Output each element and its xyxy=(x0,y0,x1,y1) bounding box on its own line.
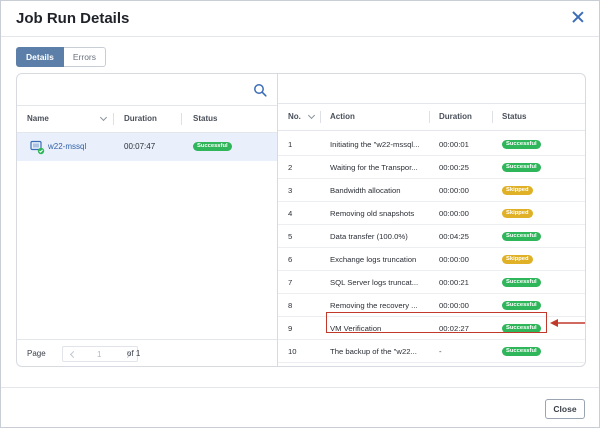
column-header-duration[interactable]: Duration xyxy=(124,106,157,132)
row-number: 4 xyxy=(288,209,293,218)
dialog-titlebar: Job Run Details xyxy=(1,1,599,37)
tab-errors[interactable]: Errors xyxy=(63,47,107,67)
status-badge: Skipped xyxy=(502,186,533,196)
column-divider[interactable] xyxy=(320,111,321,123)
status-badge: Skipped xyxy=(502,209,533,219)
column-divider[interactable] xyxy=(181,113,182,125)
table-row[interactable]: 2 Waiting for the Transpor... 00:00:25 Succ… xyxy=(278,156,585,179)
table-row[interactable]: 8 Removing the recovery ... 00:00:00 Succes… xyxy=(278,294,585,317)
chevron-down-icon[interactable] xyxy=(307,111,316,120)
table-row[interactable]: w22-mssql 00:07:47 Successful xyxy=(17,133,277,161)
vm-duration: 00:07:47 xyxy=(124,142,156,151)
action-name: Removing old snapshots xyxy=(330,209,415,218)
table-row[interactable]: 10 The backup of the "w22... - Successful xyxy=(278,340,585,363)
action-duration: 00:00:00 xyxy=(439,209,469,218)
status-badge: Successful xyxy=(502,301,541,311)
action-name: SQL Server logs truncat... xyxy=(330,278,419,287)
column-header-no[interactable]: No. xyxy=(288,104,301,130)
table-row[interactable]: 5 Data transfer (100.0%) 00:04:25 Successfu… xyxy=(278,225,585,248)
column-header-duration[interactable]: Duration xyxy=(439,104,472,130)
status-cell: Successful xyxy=(502,156,582,179)
vm-icon xyxy=(30,140,45,155)
column-header-status[interactable]: Status xyxy=(193,106,217,132)
tab-bar: Details Errors xyxy=(16,47,107,67)
close-button[interactable]: Close xyxy=(545,399,585,419)
action-name: VM Verification xyxy=(330,324,382,333)
status-badge: Successful xyxy=(502,232,541,242)
column-divider[interactable] xyxy=(492,111,493,123)
search-icon[interactable] xyxy=(253,83,267,97)
close-icon[interactable] xyxy=(571,10,585,24)
row-number: 10 xyxy=(288,347,297,356)
status-cell: Successful xyxy=(502,340,582,363)
row-number: 1 xyxy=(288,140,293,149)
page-total: of 1 xyxy=(127,349,141,358)
row-number: 9 xyxy=(288,324,293,333)
action-duration: 00:00:25 xyxy=(439,163,469,172)
pagination: Page 1 of 1 xyxy=(17,339,277,367)
status-badge: Successful xyxy=(502,324,541,334)
status-cell: Skipped xyxy=(502,202,582,225)
vm-name[interactable]: w22-mssql xyxy=(48,133,112,161)
dialog-title: Job Run Details xyxy=(16,10,130,27)
column-header-status[interactable]: Status xyxy=(502,104,526,130)
status-cell: Successful xyxy=(502,294,582,317)
row-number: 6 xyxy=(288,255,293,264)
status-badge: Successful xyxy=(193,142,232,152)
column-divider[interactable] xyxy=(113,113,114,125)
status-badge: Successful xyxy=(502,140,541,150)
status-cell: Successful xyxy=(502,225,582,248)
action-name: Removing the recovery ... xyxy=(330,301,418,310)
column-header-action[interactable]: Action xyxy=(330,104,355,130)
column-header-name[interactable]: Name xyxy=(27,106,49,132)
tab-details[interactable]: Details xyxy=(16,47,64,67)
objects-table-header: Name Duration Status xyxy=(17,105,277,133)
status-cell: Skipped xyxy=(502,179,582,202)
page-label: Page xyxy=(27,349,46,358)
page-number[interactable]: 1 xyxy=(97,350,101,359)
arrow-left-icon xyxy=(550,319,585,327)
status-badge: Skipped xyxy=(502,255,533,265)
row-number: 3 xyxy=(288,186,293,195)
action-name: Bandwidth allocation xyxy=(330,186,401,195)
actions-panel: No. Action Duration Status 1 Initiating t… xyxy=(277,73,586,367)
action-duration: 00:00:00 xyxy=(439,186,469,195)
action-name: Exchange logs truncation xyxy=(330,255,417,264)
status-badge: Successful xyxy=(502,347,541,357)
action-duration: 00:00:01 xyxy=(439,140,469,149)
table-row[interactable]: 1 Initiating the "w22-mssql... 00:00:01 Suc… xyxy=(278,133,585,156)
status-badge: Successful xyxy=(502,278,541,288)
objects-panel: Name Duration Status w22-mssql 00:07:47 … xyxy=(16,73,278,367)
status-badge: Successful xyxy=(502,163,541,173)
chevron-down-icon[interactable] xyxy=(99,113,108,122)
table-row[interactable]: 3 Bandwidth allocation 00:00:00 Skipped xyxy=(278,179,585,202)
chevron-left-icon[interactable] xyxy=(69,350,78,359)
status-cell: Successful xyxy=(502,271,582,294)
status-cell: Successful xyxy=(502,133,582,156)
action-duration: - xyxy=(439,347,442,356)
row-number: 8 xyxy=(288,301,293,310)
action-duration: 00:00:00 xyxy=(439,255,469,264)
status-cell: Skipped xyxy=(502,248,582,271)
row-number: 5 xyxy=(288,232,293,241)
status-cell: Successful xyxy=(193,133,263,161)
action-name: Initiating the "w22-mssql... xyxy=(330,140,420,149)
actions-table-header: No. Action Duration Status xyxy=(278,103,585,131)
row-number: 7 xyxy=(288,278,293,287)
action-duration: 00:00:00 xyxy=(439,301,469,310)
column-divider[interactable] xyxy=(429,111,430,123)
table-row[interactable]: 9 VM Verification 00:02:27 Successful xyxy=(278,317,585,340)
action-duration: 00:04:25 xyxy=(439,232,469,241)
footer-divider xyxy=(1,387,599,388)
table-row[interactable]: 7 SQL Server logs truncat... 00:00:21 Succe… xyxy=(278,271,585,294)
job-run-details-dialog: Job Run Details Details Errors Name Dura… xyxy=(0,0,600,428)
action-name: The backup of the "w22... xyxy=(330,347,417,356)
action-name: Waiting for the Transpor... xyxy=(330,163,418,172)
table-row[interactable]: 4 Removing old snapshots 00:00:00 Skipped xyxy=(278,202,585,225)
table-row[interactable]: 6 Exchange logs truncation 00:00:00 Skipped xyxy=(278,248,585,271)
action-duration: 00:02:27 xyxy=(439,324,469,333)
row-number: 2 xyxy=(288,163,293,172)
action-name: Data transfer (100.0%) xyxy=(330,232,408,241)
action-duration: 00:00:21 xyxy=(439,278,469,287)
